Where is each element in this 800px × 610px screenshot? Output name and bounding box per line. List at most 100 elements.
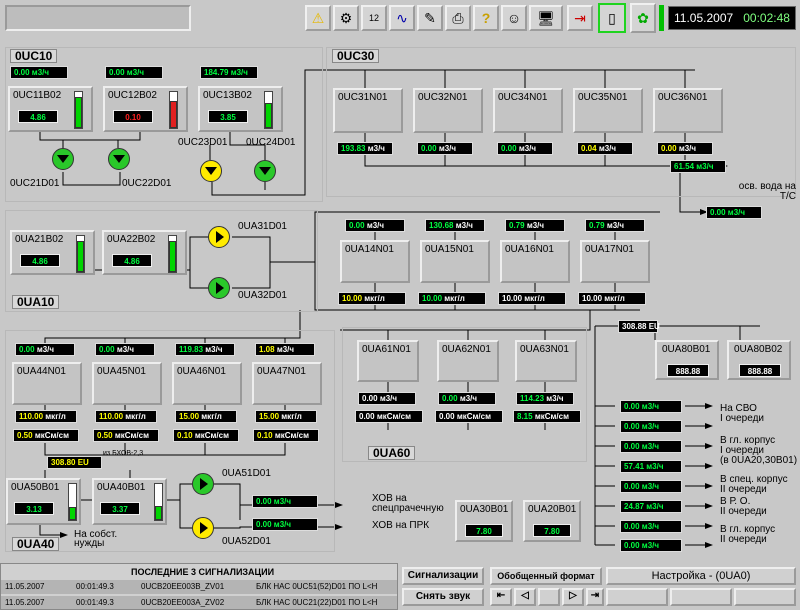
cond-unit: мкСм/см (456, 412, 492, 421)
cond-unit: мкСм/см (534, 412, 570, 421)
outflow-display: 0.00 м3/ч (706, 206, 762, 219)
filter-0ua14n01[interactable]: 0UA14N01 (340, 240, 410, 283)
slot-button[interactable] (606, 588, 668, 606)
pump-0uc24d01[interactable] (254, 160, 276, 182)
tank-0ua50b01[interactable]: 0UA50B01 3.13 (6, 478, 81, 525)
tank-0ua30b01[interactable]: 0UA30B01 7.80 (455, 500, 513, 542)
cond-value: 0.50 (97, 431, 113, 440)
filter-0ua16n01[interactable]: 0UA16N01 (500, 240, 570, 283)
flow-display: 130.68 м3/ч (425, 219, 485, 232)
pump-0ua32d01[interactable] (208, 277, 230, 299)
filter-0ua62n01[interactable]: 0UA62N01 (437, 340, 499, 382)
filter-0uc35n01[interactable]: 0UC35N01 (573, 88, 643, 133)
flow-display: 0.00 м3/ч (417, 142, 473, 155)
tank-0ua80b02[interactable]: 0UA80B02 888.88 (727, 340, 791, 380)
alarm-row[interactable]: 11.05.2007 00:01:49.3 0UCB20EE003B_ZV01 … (1, 580, 397, 594)
cond-unit: мкСм/см (376, 412, 412, 421)
nav-blank-button[interactable] (538, 588, 560, 606)
nav-first-button[interactable]: ⇤ (490, 588, 512, 606)
conc-value: 10.00 (422, 294, 443, 303)
filter-0uc36n01[interactable]: 0UC36N01 (653, 88, 723, 133)
tank-0ua20b01[interactable]: 0UA20B01 7.80 (523, 500, 581, 542)
tank-0uc12b02[interactable]: 0UC12B02 0.10 (103, 86, 188, 132)
filter-name: 0UA14N01 (345, 244, 394, 255)
filter-0ua61n01[interactable]: 0UA61N01 (357, 340, 419, 382)
pump-0ua51d01[interactable] (192, 473, 214, 495)
cond-unit: мкСм/см (274, 431, 310, 440)
nav-forward-button[interactable]: ▷ (562, 588, 584, 606)
flow-unit: м3/ч (518, 144, 537, 153)
group-label-oua60: 0UA60 (368, 446, 416, 460)
tank-0ua40b01[interactable]: 0UA40B01 3.37 (92, 478, 167, 525)
filter-0ua45n01[interactable]: 0UA45N01 (92, 362, 162, 405)
filter-0ua44n01[interactable]: 0UA44N01 (12, 362, 82, 405)
alarm-row[interactable]: 11.05.2007 00:01:49.3 0UCB20EE003A_ZV02 … (1, 596, 397, 609)
filter-name: 0UA15N01 (425, 244, 474, 255)
slot-button[interactable] (734, 588, 796, 606)
flow-display: 0.00 м3/ч (497, 142, 553, 155)
flow-unit: м3/ч (459, 394, 478, 403)
level-display: 888.88 (667, 364, 709, 377)
tank-0ua80b01[interactable]: 0UA80B01 888.88 (655, 340, 719, 380)
slot-button[interactable] (670, 588, 732, 606)
mute-button[interactable]: Снять звук (402, 588, 484, 606)
flow-display: 0.79 м3/ч (505, 219, 565, 232)
filter-0ua17n01[interactable]: 0UA17N01 (580, 240, 650, 283)
group-label-oua40: 0UA40 (12, 537, 60, 551)
output-flow: 24.87 м3/ч (620, 500, 682, 513)
flow-unit: м3/ч (438, 144, 457, 153)
pump-label: 0UA32D01 (238, 290, 287, 301)
tank-0ua22b02[interactable]: 0UA22B02 4.86 (102, 230, 187, 275)
cond-display: 0.50 мкСм/см (93, 429, 159, 442)
filter-0ua15n01[interactable]: 0UA15N01 (420, 240, 490, 283)
alarm-time: 00:01:49.3 (76, 582, 114, 591)
tank-0uc11b02[interactable]: 0UC11B02 4.86 (8, 86, 93, 132)
flow-unit: м3/ч (205, 345, 223, 354)
flow-unit: м3/ч (678, 144, 697, 153)
general-format-button[interactable]: Обобщенный формат (490, 567, 602, 585)
group-label-ouc10: 0UC10 (10, 49, 58, 63)
output-flow: 0.00 м3/ч (620, 400, 682, 413)
flow-display: 114.23 м3/ч (516, 392, 574, 405)
alarm-tag: 0UCB20EE003A_ZV02 (141, 598, 225, 607)
tank-0ua21b02[interactable]: 0UA21B02 4.86 (10, 230, 95, 275)
pump-0ua52d01[interactable] (192, 517, 214, 539)
nav-last-button[interactable]: ⇥ (586, 588, 604, 606)
tank-name: 0UA22B02 (107, 234, 156, 245)
pump-0uc21d01[interactable] (52, 148, 74, 170)
filter-0uc34n01[interactable]: 0UC34N01 (493, 88, 563, 133)
filter-0uc31n01[interactable]: 0UC31N01 (333, 88, 403, 133)
cond-value: 8.15 (517, 412, 533, 421)
alarms-button[interactable]: Сигнализации (402, 567, 484, 585)
filter-0ua46n01[interactable]: 0UA46N01 (172, 362, 242, 405)
pump-0uc22d01[interactable] (108, 148, 130, 170)
level-display: 4.86 (112, 254, 152, 267)
conc-value: 15.00 (259, 412, 280, 421)
nav-back-button[interactable]: ◁ (514, 588, 536, 606)
eu-display: 308.80 EU (47, 456, 102, 469)
pump-label: 0UA51D01 (222, 468, 271, 479)
level-display: 3.85 (208, 110, 248, 123)
pump-label: 0UC23D01 (178, 137, 228, 148)
alarm-text: БЛК НАС 0UC21(22)D01 ПО L<H (256, 598, 378, 607)
flow-display: 0.00 м3/ч (252, 495, 318, 508)
tank-0uc13b02[interactable]: 0UC13B02 3.85 (198, 86, 283, 132)
flow-value: 1.08 (259, 345, 275, 354)
output-label: В гл. корпус I очереди (в 0UA20,30B01) (720, 435, 798, 466)
filter-0uc32n01[interactable]: 0UC32N01 (413, 88, 483, 133)
flow-value: 0.00 (442, 394, 458, 403)
flow-unit: м3/ч (606, 221, 625, 230)
flow-value: 0.00 (421, 144, 437, 153)
filter-0ua63n01[interactable]: 0UA63N01 (515, 340, 577, 382)
flow-display: 0.00 м3/ч (345, 219, 405, 232)
conc-value: 15.00 (179, 412, 200, 421)
pump-0ua31d01[interactable] (208, 226, 230, 248)
flow-display: 0.00 м3/ч (358, 392, 416, 405)
group-label-ouc30: 0UC30 (332, 49, 380, 63)
filter-0ua47n01[interactable]: 0UA47N01 (252, 362, 322, 405)
pump-0uc23d01[interactable] (200, 160, 222, 182)
conc-display: 10.00 мкг/л (578, 292, 646, 305)
flow-unit: м3/ч (546, 394, 564, 403)
flow-value: 0.04 (581, 144, 597, 153)
setup-button[interactable]: Настройка - (0UA0) (606, 567, 796, 585)
